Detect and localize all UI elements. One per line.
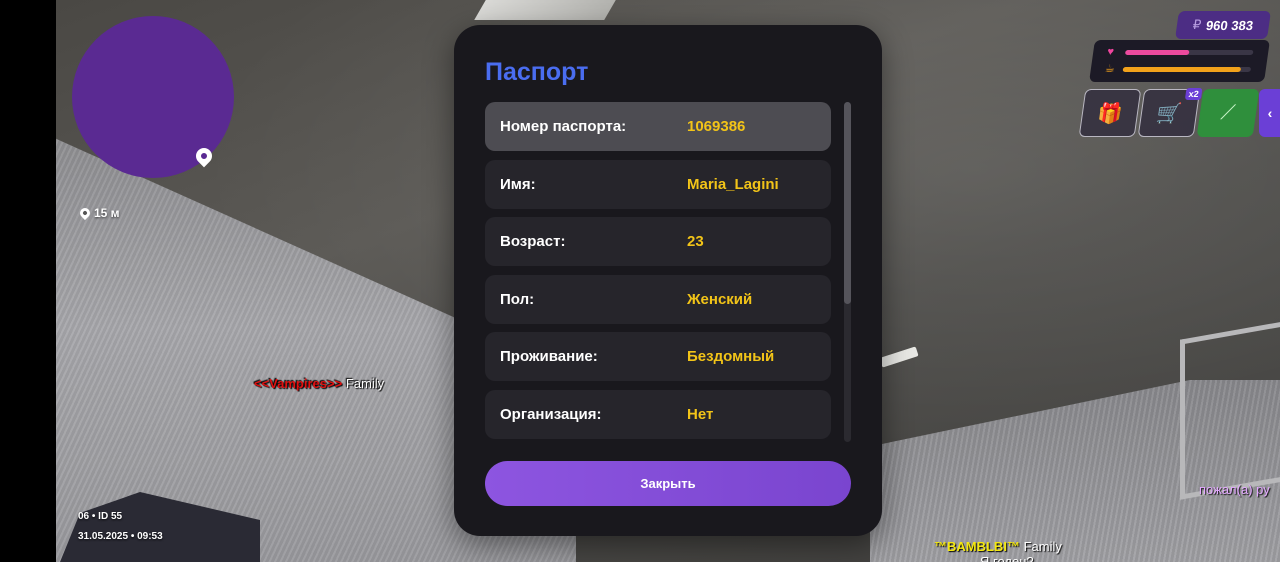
- distance-value: 15 м: [94, 206, 120, 220]
- expand-menu-button[interactable]: ‹: [1259, 89, 1280, 137]
- scrollbar-thumb[interactable]: [844, 102, 851, 304]
- row-value: Бездомный: [687, 348, 775, 365]
- residence-row[interactable]: Проживание: Бездомный: [485, 332, 831, 381]
- session-datetime: 31.05.2025 • 09:53: [78, 531, 163, 542]
- list-scrollbar[interactable]: [844, 102, 851, 442]
- player-nametag: <<Vampires>> Family: [254, 376, 384, 391]
- weapon-button[interactable]: ⟋: [1196, 89, 1260, 137]
- ceiling-light: [474, 0, 616, 20]
- weapon-icon: ⟋: [1219, 101, 1237, 124]
- cart-multiplier-badge: x2: [1184, 88, 1203, 100]
- session-info: 06 • ID 55 31.05.2025 • 09:53: [78, 507, 163, 547]
- row-value: 1069386: [687, 118, 746, 135]
- gift-icon: 🎁: [1095, 102, 1124, 125]
- minimap[interactable]: [72, 16, 234, 178]
- row-label: Возраст:: [500, 233, 566, 250]
- waypoint-distance: 15 м: [77, 205, 120, 221]
- close-button[interactable]: Закрыть: [485, 461, 851, 506]
- health-bar: [1124, 50, 1254, 55]
- name-row[interactable]: Имя: Maria_Lagini: [485, 160, 831, 209]
- row-label: Номер паспорта:: [500, 118, 627, 135]
- money-display: ₽ 960 383: [1175, 11, 1271, 39]
- passport-info-list[interactable]: Номер паспорта: 1069386 Имя: Maria_Lagin…: [485, 102, 831, 442]
- window-frame: [1180, 320, 1280, 500]
- row-label: Организация:: [500, 406, 602, 423]
- chevron-left-icon: ‹: [1267, 105, 1273, 121]
- gift-button[interactable]: 🎁: [1078, 89, 1142, 137]
- cart-icon: 🛒: [1154, 102, 1183, 125]
- row-label: Проживание:: [500, 348, 598, 365]
- organization-row[interactable]: Организация: Нет: [485, 390, 831, 439]
- session-id: 06 • ID 55: [78, 511, 123, 522]
- player-family: Family: [345, 376, 385, 391]
- row-value: Maria_Lagini: [687, 176, 779, 193]
- ruble-icon: ₽: [1191, 17, 1203, 32]
- hunger-fill: [1122, 67, 1241, 72]
- player-clan: <<Vampires>>: [254, 376, 343, 391]
- row-label: Пол:: [500, 291, 535, 308]
- passport-number-row[interactable]: Номер паспорта: 1069386: [485, 102, 831, 151]
- age-row[interactable]: Возраст: 23: [485, 217, 831, 266]
- shop-button[interactable]: 🛒 x2: [1137, 88, 1203, 137]
- row-value: 23: [687, 233, 704, 250]
- other-player-chat: Я годен?: [980, 554, 1034, 562]
- food-icon: ☕: [1104, 63, 1116, 75]
- screen-edge: [0, 0, 56, 562]
- health-fill: [1124, 50, 1190, 55]
- row-value: Нет: [687, 406, 714, 423]
- other-player-family: Family: [1023, 539, 1062, 554]
- location-icon: [77, 205, 93, 221]
- stats-panel: ♥ ☕: [1089, 40, 1270, 82]
- row-label: Имя:: [500, 176, 536, 193]
- row-value: Женский: [687, 291, 753, 308]
- other-player-clan: ™BAMBLBI™: [934, 539, 1020, 554]
- heart-icon: ♥: [1106, 46, 1115, 58]
- hunger-bar: [1122, 67, 1252, 72]
- gender-row[interactable]: Пол: Женский: [485, 275, 831, 324]
- dialog-title: Паспорт: [485, 58, 589, 86]
- chat-message: пожал(а) ру: [1199, 482, 1270, 497]
- money-amount: 960 383: [1205, 17, 1255, 33]
- passport-dialog: Паспорт Номер паспорта: 1069386 Имя: Mar…: [454, 25, 882, 536]
- other-player-nametag: ™BAMBLBI™ Family Я годен?: [934, 539, 1062, 562]
